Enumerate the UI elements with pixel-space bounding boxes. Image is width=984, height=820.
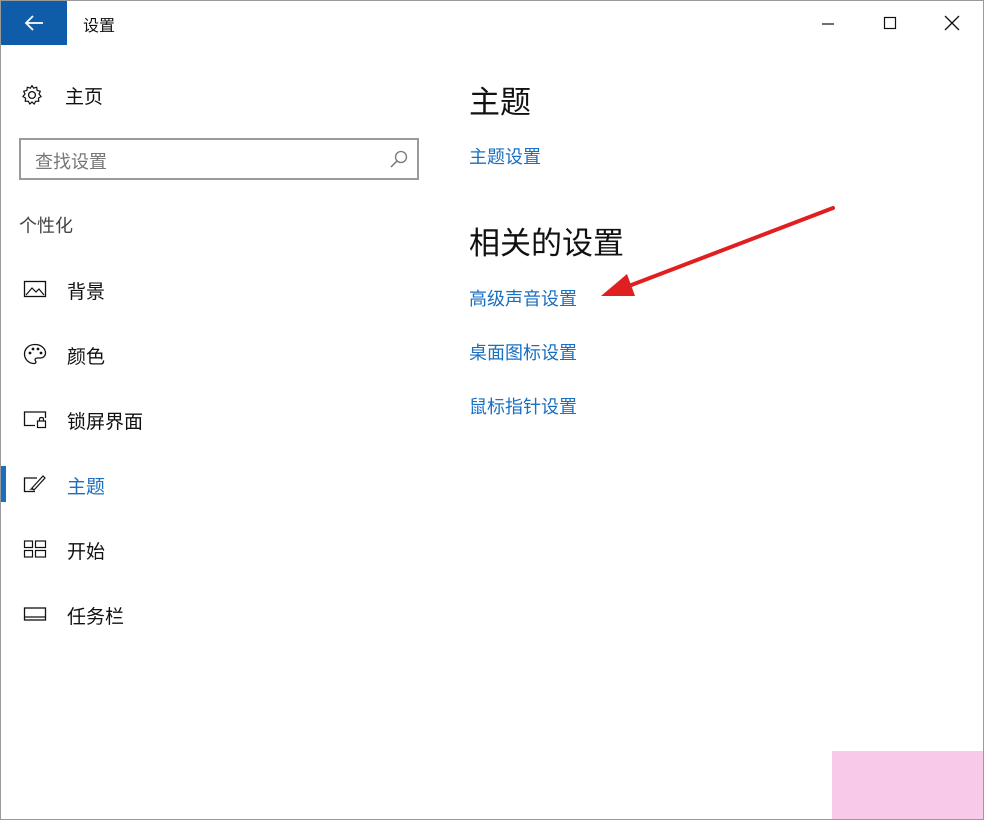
sidebar-item-colors[interactable]: 颜色 bbox=[1, 334, 421, 374]
theme-settings-link[interactable]: 主题设置 bbox=[469, 143, 541, 169]
window-title: 设置 bbox=[83, 16, 116, 35]
maximize-icon bbox=[883, 16, 897, 30]
back-button[interactable] bbox=[1, 1, 67, 45]
advanced-sound-settings-link[interactable]: 高级声音设置 bbox=[469, 285, 577, 311]
corner-block bbox=[832, 751, 983, 819]
sidebar-item-label: 背景 bbox=[67, 281, 106, 303]
gear-icon bbox=[22, 84, 42, 105]
sidebar-item-taskbar[interactable]: 任务栏 bbox=[1, 594, 421, 634]
annotation-arrow-icon bbox=[601, 206, 835, 296]
minimize-icon bbox=[822, 23, 834, 25]
search-icon[interactable] bbox=[389, 149, 409, 169]
mouse-pointer-settings-link[interactable]: 鼠标指针设置 bbox=[469, 393, 577, 419]
sidebar-item-label: 锁屏界面 bbox=[67, 411, 144, 433]
sidebar-item-label: 主题 bbox=[67, 476, 106, 498]
settings-window: 设置 主页 查找设置 个性化 背景 颜色 锁屏界面 主题 开始 任务栏 主题 主… bbox=[0, 0, 984, 820]
sidebar-item-label: 开始 bbox=[67, 541, 106, 563]
palette-icon bbox=[23, 343, 47, 365]
home-label: 主页 bbox=[65, 85, 104, 108]
home-link[interactable]: 主页 bbox=[21, 81, 103, 109]
close-icon bbox=[944, 15, 960, 31]
section-label-personalization: 个性化 bbox=[19, 216, 73, 237]
search-placeholder: 查找设置 bbox=[35, 152, 107, 173]
maximize-button[interactable] bbox=[859, 1, 921, 45]
page-title: 主题 bbox=[469, 85, 531, 121]
minimize-button[interactable] bbox=[797, 1, 859, 45]
search-input[interactable]: 查找设置 bbox=[19, 138, 419, 180]
sidebar-item-background[interactable]: 背景 bbox=[1, 269, 421, 309]
close-button[interactable] bbox=[921, 1, 983, 45]
taskbar-icon bbox=[23, 604, 47, 624]
sidebar-item-lock-screen[interactable]: 锁屏界面 bbox=[1, 399, 421, 439]
title-bar: 设置 bbox=[1, 1, 983, 45]
desktop-icon-settings-link[interactable]: 桌面图标设置 bbox=[469, 339, 577, 365]
sidebar-item-themes[interactable]: 主题 bbox=[1, 464, 421, 504]
sidebar-item-start[interactable]: 开始 bbox=[1, 529, 421, 569]
start-tiles-icon bbox=[23, 539, 47, 559]
picture-icon bbox=[23, 279, 47, 299]
theme-brush-icon bbox=[23, 474, 47, 494]
active-indicator bbox=[1, 466, 6, 502]
sidebar-item-label: 颜色 bbox=[67, 346, 106, 368]
sidebar-item-label: 任务栏 bbox=[67, 606, 125, 628]
lock-screen-icon bbox=[23, 409, 47, 429]
back-arrow-icon bbox=[24, 15, 43, 31]
